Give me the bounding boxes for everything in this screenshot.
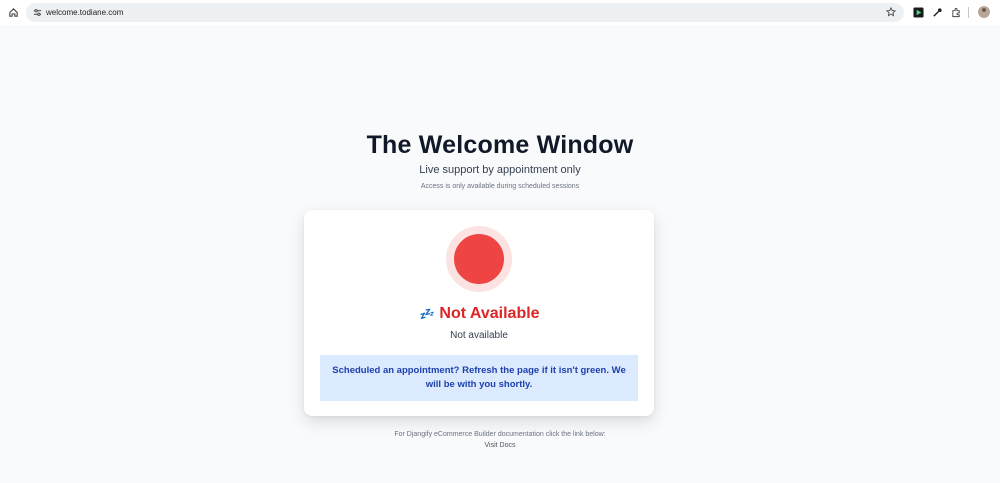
status-indicator-halo [446,226,512,292]
status-card: 💤 Not Available Not available Scheduled … [304,210,654,416]
status-indicator [454,234,504,284]
visit-docs-link[interactable]: Visit Docs [0,442,1000,449]
address-bar[interactable]: welcome.todiane.com [26,3,904,22]
page-title: The Welcome Window [366,131,634,159]
status-subtitle: Not available [450,330,508,341]
browser-toolbar: welcome.todiane.com [0,0,1000,25]
puzzle-extensions-icon[interactable] [950,6,962,18]
toolbar-divider [968,7,969,18]
eyedropper-extension-icon[interactable] [931,6,943,18]
info-banner-text: Scheduled an appointment? Refresh the pa… [332,365,626,390]
url-text[interactable]: welcome.todiane.com [46,8,123,17]
page-subtitle: Live support by appointment only [419,164,581,176]
footer-text: For Djangify eCommerce Builder documenta… [394,431,606,438]
info-banner: Scheduled an appointment? Refresh the pa… [320,355,638,401]
status-row: 💤 Not Available [304,305,654,323]
access-note: Access is only available during schedule… [420,183,580,190]
star-icon[interactable] [885,6,897,18]
site-settings-icon[interactable] [31,7,43,19]
avatar[interactable] [978,6,990,18]
status-title: Not Available [439,305,540,322]
media-extension-icon[interactable] [912,6,924,18]
home-icon[interactable] [6,5,20,19]
zzz-icon: 💤 [418,307,434,321]
